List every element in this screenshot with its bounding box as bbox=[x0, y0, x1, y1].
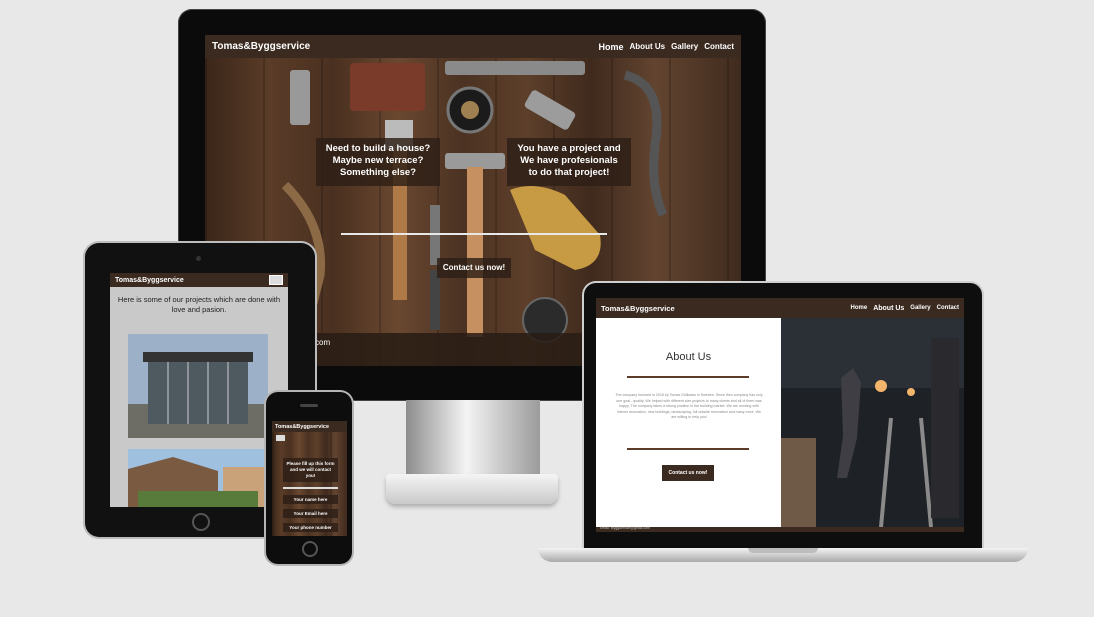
phone-site-preview: Tomas&Byggservice Please fill up this fo… bbox=[272, 421, 347, 536]
nav-about[interactable]: About Us bbox=[630, 42, 666, 52]
nav-contact[interactable]: Contact bbox=[937, 305, 959, 312]
phone-speaker bbox=[300, 404, 318, 407]
about-text: The company founded in 2016 by Tomas Gri… bbox=[615, 393, 763, 420]
hamburger-menu-icon[interactable] bbox=[276, 435, 285, 441]
laptop-site-preview: Tomas&Byggservice Home About Us Gallery … bbox=[596, 298, 964, 532]
about-divider-bottom bbox=[627, 448, 749, 450]
brand-logo[interactable]: Tomas&Byggservice bbox=[115, 277, 184, 284]
tablet-navbar: Tomas&Byggservice bbox=[110, 273, 288, 287]
tablet-home-button[interactable] bbox=[192, 513, 210, 531]
laptop-navbar: Tomas&Byggservice Home About Us Gallery … bbox=[596, 298, 964, 318]
brand-logo[interactable]: Tomas&Byggservice bbox=[275, 424, 329, 430]
monitor-stand bbox=[406, 400, 540, 478]
brand-logo[interactable]: Tomas&Byggservice bbox=[212, 41, 310, 52]
hero-contact-button[interactable]: Contact us now! bbox=[437, 258, 511, 278]
brand-logo[interactable]: Tomas&Byggservice bbox=[601, 304, 675, 313]
nav-home[interactable]: Home bbox=[851, 305, 868, 312]
hero-divider bbox=[341, 233, 607, 235]
hero-box-right: You have a project and We have profesion… bbox=[507, 138, 631, 186]
nav-about[interactable]: About Us bbox=[873, 305, 904, 312]
nav-gallery[interactable]: Gallery bbox=[671, 42, 698, 52]
about-divider-top bbox=[627, 376, 749, 378]
laptop-footer: Email: tbyggservice@gmail.com bbox=[596, 526, 964, 532]
monitor-navbar: Tomas&Byggservice Home About Us Gallery … bbox=[205, 35, 741, 58]
hamburger-menu-icon[interactable] bbox=[269, 275, 283, 285]
name-field[interactable]: Your name here bbox=[283, 495, 338, 504]
nav-home[interactable]: Home bbox=[599, 42, 624, 52]
about-title: About Us bbox=[665, 351, 712, 363]
hero-box-left: Need to build a house? Maybe new terrace… bbox=[316, 138, 440, 186]
gallery-photo-terrace bbox=[128, 449, 268, 507]
gallery-heading: Here is some of our projects which are d… bbox=[117, 295, 281, 314]
phone-home-button[interactable] bbox=[302, 541, 318, 557]
footer-email: Email: tbyggservice@gmail.com bbox=[600, 526, 650, 530]
tablet-camera bbox=[196, 256, 201, 261]
contact-form-title: Please fill up this form and we will con… bbox=[283, 458, 338, 482]
nav-contact[interactable]: Contact bbox=[704, 42, 734, 52]
phone-navbar: Tomas&Byggservice bbox=[272, 421, 347, 432]
footer-fragment: com bbox=[315, 338, 331, 347]
email-field[interactable]: Your Email here bbox=[283, 509, 338, 518]
about-section: About Us The company founded in 2016 by … bbox=[596, 318, 781, 527]
nav-gallery[interactable]: Gallery bbox=[910, 305, 930, 312]
form-divider bbox=[283, 487, 338, 489]
tablet-site-preview: Tomas&Byggservice Here is some of our pr… bbox=[110, 273, 288, 507]
about-worker-photo bbox=[781, 318, 964, 527]
laptop-notch bbox=[748, 548, 818, 553]
gallery-photo-pergola bbox=[128, 334, 268, 438]
phone-field[interactable]: Your phone number bbox=[283, 523, 338, 532]
monitor-stand-base bbox=[386, 474, 558, 504]
about-contact-button[interactable]: Contact us now! bbox=[662, 465, 714, 481]
